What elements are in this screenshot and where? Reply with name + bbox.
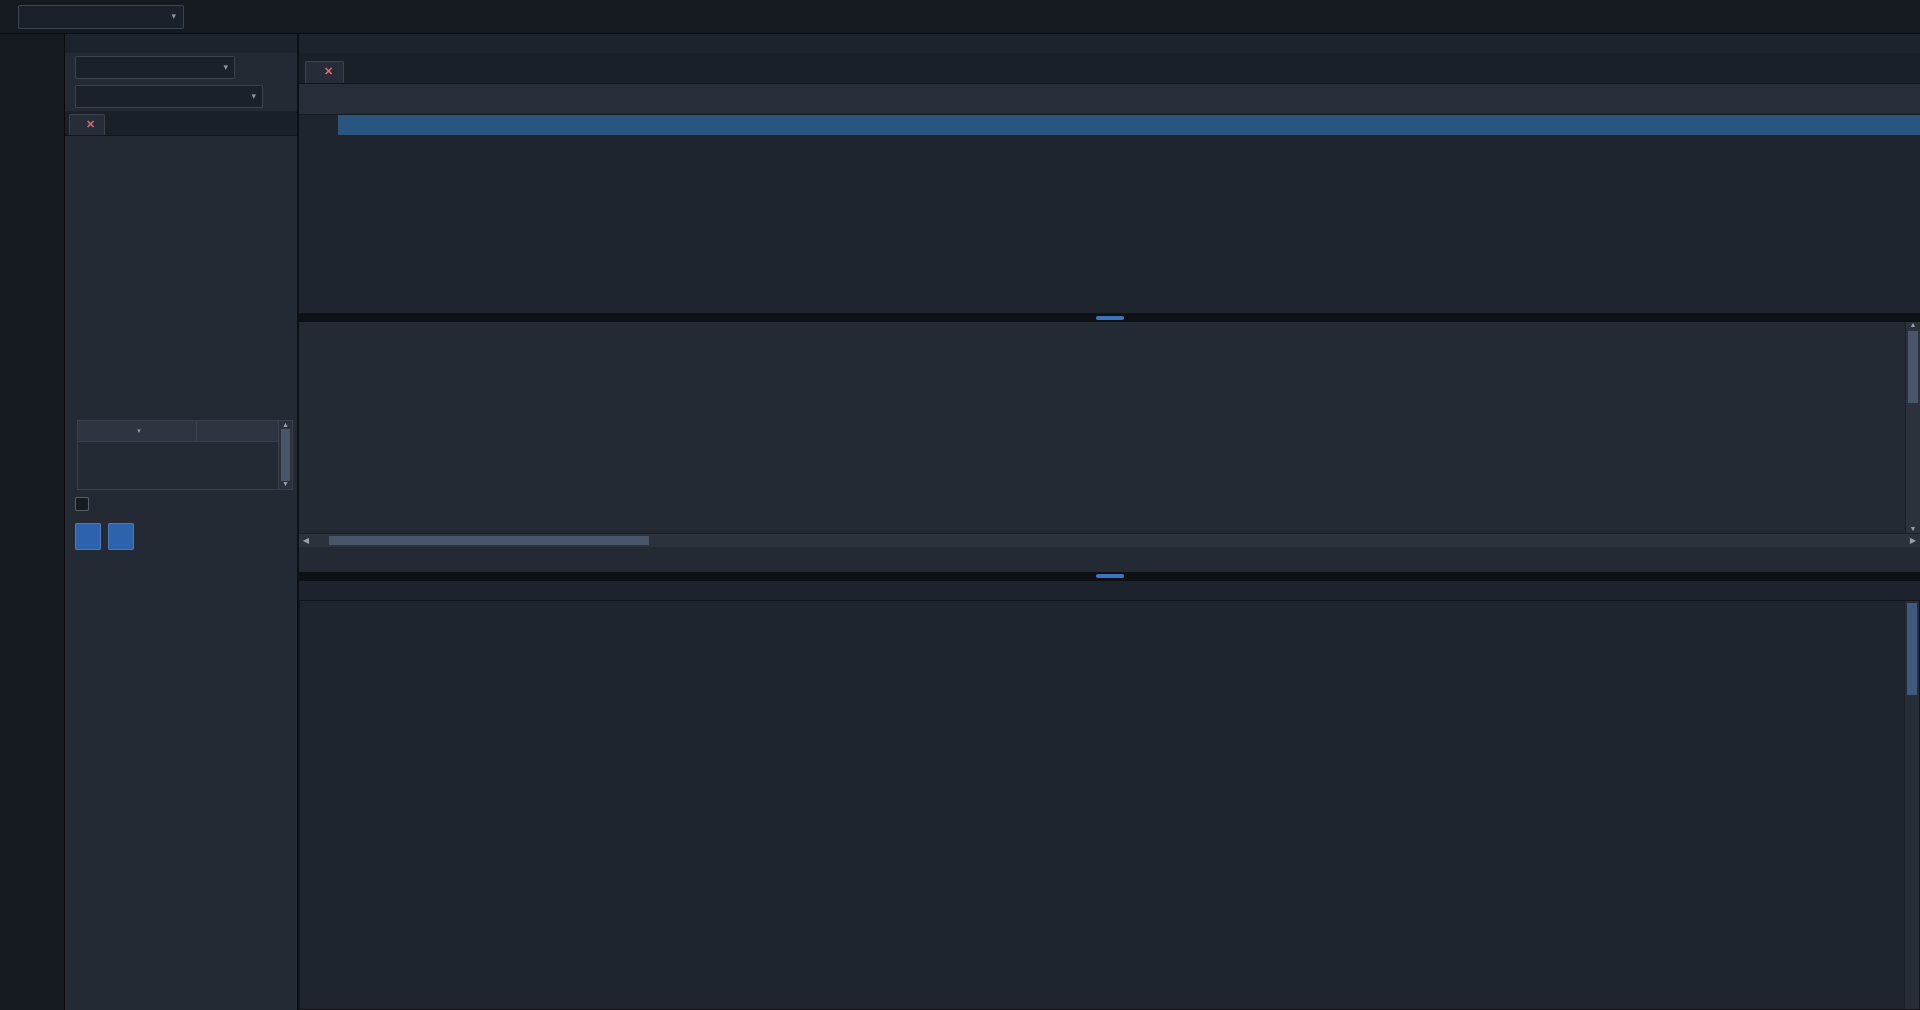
- chevron-down-icon: ▾: [223, 62, 228, 73]
- sql-editor[interactable]: [299, 115, 1920, 314]
- result-tabs: [299, 547, 1920, 572]
- top-toolbar: ▾: [0, 0, 1920, 34]
- scroll-down-icon[interactable]: ▼: [1910, 526, 1917, 533]
- new-sql-script-icon[interactable]: [350, 61, 374, 83]
- scrollbar-thumb[interactable]: [1907, 603, 1917, 695]
- horizontal-scrollbar[interactable]: ◀ ▶: [299, 533, 1920, 547]
- attribute-column-header[interactable]: ▾: [78, 421, 197, 441]
- connect-bolt-icon[interactable]: [239, 57, 263, 79]
- close-icon[interactable]: ✕: [86, 118, 95, 131]
- explorer-toolbar: [65, 136, 297, 144]
- attributes-button[interactable]: [75, 523, 101, 550]
- value-column-header[interactable]: [197, 421, 278, 441]
- scrollbar-thumb[interactable]: [329, 536, 649, 545]
- vertical-scrollbar[interactable]: [1904, 601, 1919, 1009]
- plug-icon[interactable]: [267, 57, 291, 79]
- sql-editor-panel: ✕ ▲ ▼: [299, 34, 1920, 572]
- sql-editor-line[interactable]: [299, 115, 1920, 135]
- show-raw-attributes-checkbox[interactable]: [75, 497, 89, 511]
- close-icon[interactable]: ✕: [324, 65, 333, 78]
- sql-tab-bar: ✕: [299, 53, 1920, 84]
- scrollbar-thumb[interactable]: [281, 429, 290, 481]
- database-explorer-panel: ▾ ▾ ✕ ▾: [65, 34, 299, 1010]
- object-tree: [65, 144, 297, 393]
- schema-select[interactable]: ▾: [75, 85, 263, 108]
- source-code-button[interactable]: [108, 523, 134, 550]
- vertical-scrollbar[interactable]: ▲ ▼: [1905, 322, 1920, 533]
- explorer-tab-bar: ✕: [65, 111, 297, 136]
- panels-splitter[interactable]: [299, 572, 1920, 581]
- source-code-editor[interactable]: [300, 601, 1904, 1009]
- editor-results-splitter[interactable]: [299, 314, 1920, 322]
- refresh-icon[interactable]: [267, 86, 291, 108]
- results-grid: ▲ ▼: [299, 322, 1920, 533]
- chevron-down-icon: ▾: [171, 11, 176, 22]
- source-code-panel: [299, 581, 1920, 1010]
- line-number: [299, 115, 338, 135]
- database-select[interactable]: ▾: [18, 5, 184, 29]
- scroll-up-icon[interactable]: ▲: [282, 422, 289, 429]
- chevron-down-icon: ▾: [251, 91, 256, 102]
- attributes-grid: ▾ ▲ ▼: [77, 420, 293, 490]
- scroll-left-icon[interactable]: ◀: [299, 536, 313, 545]
- explorer-panel-title: [65, 34, 297, 53]
- connection-select[interactable]: ▾: [75, 56, 235, 79]
- scrollbar-thumb[interactable]: [1908, 331, 1918, 403]
- scroll-down-icon[interactable]: ▼: [282, 481, 289, 488]
- sql-tab-demodb[interactable]: ✕: [305, 61, 344, 83]
- explorer-tab-demodb[interactable]: ✕: [69, 114, 105, 135]
- sort-caret-icon: ▾: [137, 427, 141, 435]
- scroll-up-icon[interactable]: ▲: [1910, 322, 1917, 329]
- attributes-scrollbar[interactable]: ▲ ▼: [279, 420, 293, 490]
- splitter-handle[interactable]: [1096, 574, 1124, 578]
- splitter-handle[interactable]: [1096, 316, 1124, 320]
- sql-statement[interactable]: [338, 115, 1920, 135]
- scroll-right-icon[interactable]: ▶: [1906, 536, 1920, 545]
- activity-bar: [0, 34, 65, 1010]
- sql-panel-title: [299, 34, 1920, 53]
- source-panel-title: [299, 581, 1920, 600]
- sql-toolbar: [299, 84, 1920, 115]
- attributes-grid-header: ▾: [78, 421, 278, 442]
